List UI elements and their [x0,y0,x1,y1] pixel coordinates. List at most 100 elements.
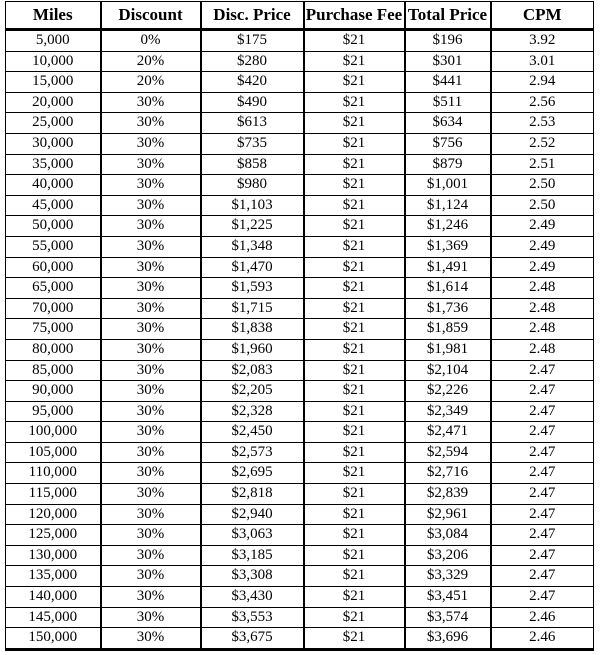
cell-discount: 30% [99,257,202,279]
cell-disc_price: $980 [199,174,305,196]
cell-purchase_fee: $21 [302,71,406,93]
cell-total_price: $3,329 [403,565,492,588]
cell-miles: 85,000 [5,360,102,382]
cell-miles: 70,000 [5,298,102,320]
cell-total_price: $301 [403,51,492,73]
cell-purchase_fee: $21 [302,154,406,176]
table-row: 135,000 30% $3,308 $21 $3,329 2.47 [5,565,594,588]
cell-miles: 140,000 [5,586,102,608]
cell-purchase_fee: $21 [302,565,406,588]
column-header-purchase-fee: Purchase Fee [302,1,406,31]
cell-purchase_fee: $21 [302,174,406,196]
cell-total_price: $1,859 [403,318,492,340]
cell-miles: 55,000 [5,236,102,258]
cell-miles: 125,000 [5,524,102,546]
cell-total_price: $196 [403,29,492,52]
cell-discount: 30% [99,442,202,464]
cell-miles: 105,000 [5,442,102,464]
cell-purchase_fee: $21 [302,298,406,320]
cell-total_price: $2,471 [403,421,492,443]
cell-discount: 20% [99,51,202,73]
cell-purchase_fee: $21 [302,112,406,134]
cell-cpm: 2.49 [489,236,594,258]
cell-discount: 0% [99,29,202,52]
cell-purchase_fee: $21 [302,339,406,361]
cell-cpm: 2.47 [489,401,594,423]
cell-miles: 60,000 [5,257,102,279]
cell-total_price: $1,981 [403,339,492,361]
cell-cpm: 2.48 [489,277,594,299]
table-row: 130,000 30% $3,185 $21 $3,206 2.47 [5,545,594,567]
cell-cpm: 2.52 [489,133,594,155]
cell-purchase_fee: $21 [302,442,406,464]
cell-total_price: $634 [403,112,492,134]
cell-total_price: $3,574 [403,607,492,629]
cell-disc_price: $3,308 [199,565,305,588]
cell-miles: 40,000 [5,174,102,196]
cell-disc_price: $2,205 [199,380,305,402]
cell-cpm: 2.51 [489,154,594,176]
cell-disc_price: $2,695 [199,462,305,485]
cell-discount: 30% [99,133,202,155]
cell-cpm: 2.56 [489,92,594,114]
cell-total_price: $1,736 [403,298,492,320]
table-row: 5,000 0% $175 $21 $196 3.92 [5,29,594,52]
table-row: 145,000 30% $3,553 $21 $3,574 2.46 [5,607,594,629]
cell-disc_price: $1,348 [199,236,305,258]
cell-purchase_fee: $21 [302,504,406,526]
table-row: 140,000 30% $3,430 $21 $3,451 2.47 [5,586,594,608]
cell-cpm: 2.49 [489,257,594,279]
column-header-disc-price: Disc. Price [199,1,305,31]
cell-cpm: 2.47 [489,421,594,443]
cell-cpm: 2.46 [489,627,594,651]
cell-disc_price: $280 [199,51,305,73]
cell-total_price: $2,226 [403,380,492,402]
cell-disc_price: $3,675 [199,627,305,651]
cell-discount: 30% [99,277,202,299]
cell-purchase_fee: $21 [302,133,406,155]
cell-discount: 20% [99,71,202,93]
cell-purchase_fee: $21 [302,257,406,279]
cell-miles: 5,000 [5,29,102,52]
cell-disc_price: $1,225 [199,215,305,237]
cell-discount: 30% [99,401,202,423]
cell-purchase_fee: $21 [302,29,406,52]
cell-discount: 30% [99,92,202,114]
table-row: 15,000 20% $420 $21 $441 2.94 [5,71,594,93]
table-row: 60,000 30% $1,470 $21 $1,491 2.49 [5,257,594,279]
table-row: 30,000 30% $735 $21 $756 2.52 [5,133,594,155]
cell-total_price: $1,001 [403,174,492,196]
cell-disc_price: $735 [199,133,305,155]
cell-disc_price: $3,063 [199,524,305,546]
cell-miles: 120,000 [5,504,102,526]
cell-cpm: 2.48 [489,339,594,361]
cell-discount: 30% [99,215,202,237]
cell-disc_price: $1,838 [199,318,305,340]
cell-disc_price: $490 [199,92,305,114]
cell-miles: 25,000 [5,112,102,134]
cell-purchase_fee: $21 [302,215,406,237]
cell-discount: 30% [99,565,202,588]
table-row: 105,000 30% $2,573 $21 $2,594 2.47 [5,442,594,464]
cell-disc_price: $1,715 [199,298,305,320]
cell-total_price: $2,716 [403,462,492,485]
cell-cpm: 2.49 [489,215,594,237]
cell-disc_price: $1,470 [199,257,305,279]
cell-total_price: $2,349 [403,401,492,423]
cell-cpm: 2.47 [489,462,594,485]
cell-disc_price: $2,573 [199,442,305,464]
table-row: 75,000 30% $1,838 $21 $1,859 2.48 [5,318,594,340]
cell-total_price: $1,124 [403,195,492,217]
cell-disc_price: $2,818 [199,483,305,505]
cell-total_price: $511 [403,92,492,114]
table-body: 5,000 0% $175 $21 $196 3.92 10,000 20% $280 $21 $3… [5,29,594,651]
table-row: 10,000 20% $280 $21 $301 3.01 [5,51,594,73]
header-row: Miles Discount Disc. Price Purchase Fee … [5,1,594,31]
table-row: 45,000 30% $1,103 $21 $1,124 2.50 [5,195,594,217]
cell-cpm: 2.48 [489,318,594,340]
cell-miles: 75,000 [5,318,102,340]
cell-purchase_fee: $21 [302,51,406,73]
cell-discount: 30% [99,586,202,608]
cell-discount: 30% [99,298,202,320]
cell-total_price: $2,104 [403,360,492,382]
